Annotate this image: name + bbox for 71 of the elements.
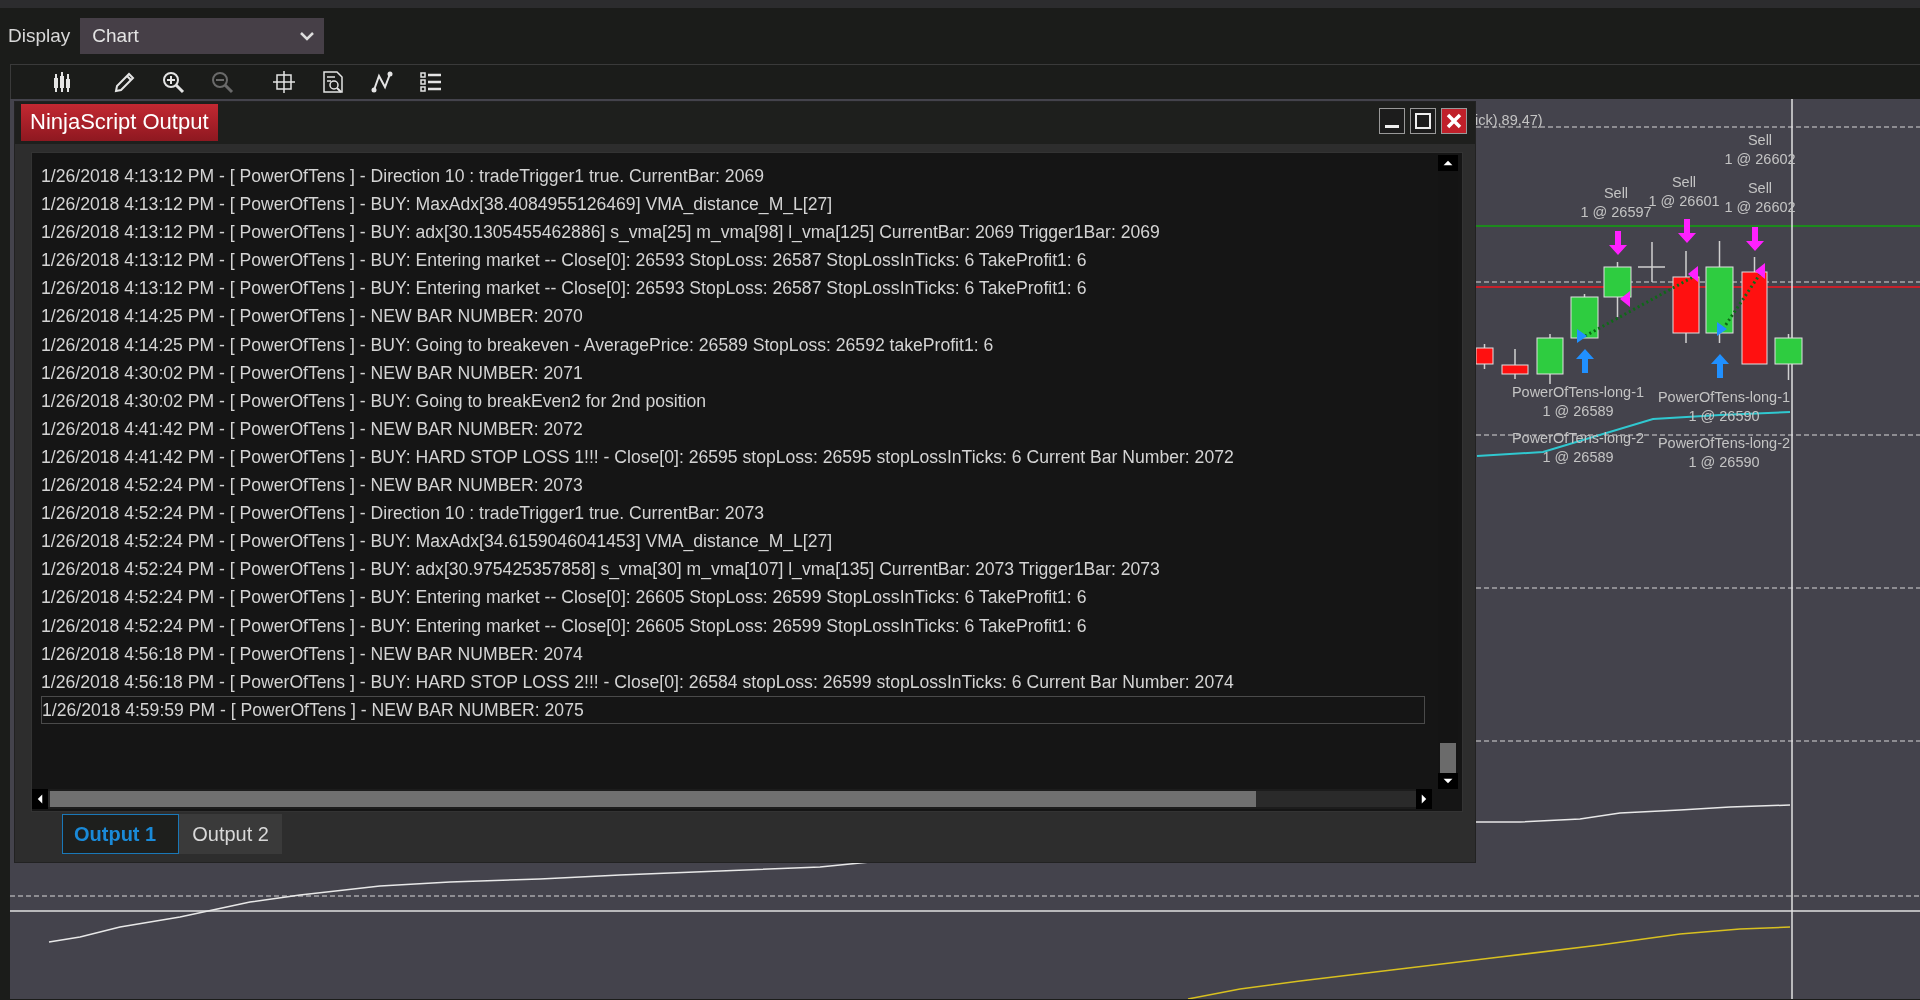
candlestick <box>1603 261 1632 318</box>
exit-marker-icon <box>1688 266 1698 282</box>
buy-arrow-icon <box>1711 354 1729 378</box>
output-tab[interactable]: Output 2 <box>179 814 282 854</box>
candlestick <box>1501 348 1529 380</box>
scrollbar-thumb[interactable] <box>50 791 1256 807</box>
candlestick <box>1774 333 1803 381</box>
vertical-scrollbar[interactable] <box>1438 155 1458 789</box>
output-line: 1/26/2018 4:14:25 PM - [ PowerOfTens ] - NEW BAR NUMBER: 2070 <box>41 305 583 329</box>
minimize-icon[interactable] <box>1379 108 1405 134</box>
output-line: 1/26/2018 4:30:02 PM - [ PowerOfTens ] - BUY: Going to breakEven2 for 2nd position <box>41 389 707 413</box>
entry-label: PowerOfTens-long-1 <box>1511 384 1645 400</box>
output-line: 1/26/2018 4:56:18 PM - [ PowerOfTens ] - BUY: HARD STOP LOSS 2!!! - Close[0]: 26584 stopLoss: 26599 stopLossInTicks: 6 Current Bar Number: 2074 <box>41 670 1234 694</box>
zoom-in-icon[interactable] <box>161 70 185 94</box>
scroll-right-icon[interactable] <box>1416 789 1432 809</box>
list-icon[interactable] <box>419 70 443 94</box>
output-line: 1/26/2018 4:52:24 PM - [ PowerOfTens ] - BUY: MaxAdx[34.6159046041453] VMA_distance_M_L[27] <box>41 530 833 554</box>
fill-label: 1 @ 26597 <box>1580 204 1652 220</box>
scrollbar-thumb[interactable] <box>1440 743 1456 773</box>
sell-label: Sell <box>1747 180 1773 196</box>
output-line: 1/26/2018 4:13:12 PM - [ PowerOfTens ] - BUY: adx[30.1305455462886] s_vma[25] m_vma[98] l_vma[125] CurrentBar: 2069 Trigger1Bar: 2069 <box>41 221 1160 245</box>
window-title: NinjaScript Output <box>21 104 218 141</box>
caret-icon <box>300 31 315 41</box>
crosshair-icon[interactable] <box>272 70 296 94</box>
fill-label: 1 @ 26589 <box>1542 403 1614 419</box>
data-box-icon[interactable] <box>321 70 345 94</box>
display-dropdown[interactable]: Chart <box>80 18 325 54</box>
buy-arrow-icon <box>1576 349 1594 373</box>
candlestick <box>1475 343 1494 370</box>
pencil-icon[interactable] <box>112 70 136 94</box>
scroll-up-icon[interactable] <box>1438 155 1458 171</box>
exit-marker-icon <box>1755 263 1765 279</box>
maximize-icon[interactable] <box>1410 108 1436 134</box>
entry-marker-icon <box>1717 322 1727 336</box>
output-line: 1/26/2018 4:30:02 PM - [ PowerOfTens ] - NEW BAR NUMBER: 2071 <box>41 361 583 385</box>
output-line: 1/26/2018 4:52:24 PM - [ PowerOfTens ] - NEW BAR NUMBER: 2073 <box>41 474 583 498</box>
candlestick <box>1570 293 1599 339</box>
sell-label: Sell <box>1747 132 1773 148</box>
scroll-left-icon[interactable] <box>32 789 48 809</box>
output-line: 1/26/2018 4:13:12 PM - [ PowerOfTens ] - Direction 10 : tradeTrigger1 true. CurrentBar: 2069 <box>41 165 764 188</box>
output-line: 1/26/2018 4:13:12 PM - [ PowerOfTens ] - BUY: Entering market -- Close[0]: 26593 StopLoss: 26587 StopLossInTicks: 6 TakeProfit1: 6 <box>41 277 1087 301</box>
output-line: 1/26/2018 4:56:18 PM - [ PowerOfTens ] - NEW BAR NUMBER: 2074 <box>41 642 583 666</box>
indicator-legend: ick),89,47) <box>1475 112 1543 128</box>
output-tab[interactable]: Output 1 <box>62 814 180 854</box>
line-drawing-icon[interactable] <box>370 70 394 94</box>
sell-label: Sell <box>1603 185 1629 201</box>
fill-label: 1 @ 26590 <box>1688 454 1760 470</box>
output-line: 1/26/2018 4:13:12 PM - [ PowerOfTens ] - BUY: Entering market -- Close[0]: 26593 StopLoss: 26587 StopLossInTicks: 6 TakeProfit1: 6 <box>41 249 1087 273</box>
entry-marker-icon <box>1577 329 1587 343</box>
fill-label: 1 @ 26589 <box>1542 449 1614 465</box>
output-line: 1/26/2018 4:52:24 PM - [ PowerOfTens ] - BUY: Entering market -- Close[0]: 26605 StopLoss: 26599 StopLossInTicks: 6 TakeProfit1: 6 <box>41 586 1087 610</box>
sell-arrow-icon <box>1746 227 1764 251</box>
output-line: 1/26/2018 4:41:42 PM - [ PowerOfTens ] - BUY: HARD STOP LOSS 1!!! - Close[0]: 26595 stopLoss: 26595 stopLossInTicks: 6 Current Bar Number: 2072 <box>41 445 1234 469</box>
output-line: 1/26/2018 4:52:24 PM - [ PowerOfTens ] - BUY: Entering market -- Close[0]: 26605 StopLoss: 26599 StopLossInTicks: 6 TakeProfit1: 6 <box>41 614 1087 638</box>
entry-label: PowerOfTens-long-2 <box>1657 435 1791 451</box>
sell-arrow-icon <box>1609 231 1627 255</box>
exit-marker-icon <box>1620 291 1630 307</box>
display-label: Display <box>8 25 71 47</box>
doji-candle <box>1637 241 1666 283</box>
output-line: 1/26/2018 4:52:24 PM - [ PowerOfTens ] - BUY: adx[30.975425357858] s_vma[30] m_vma[107] l_vma[135] CurrentBar: 2073 Trigger1Bar: 2073 <box>41 558 1160 582</box>
output-line: 1/26/2018 4:41:42 PM - [ PowerOfTens ] - NEW BAR NUMBER: 2072 <box>41 417 583 441</box>
sell-label: Sell <box>1671 174 1697 190</box>
horizontal-scrollbar[interactable] <box>32 789 1432 809</box>
sell-arrow-icon <box>1678 219 1696 243</box>
output-line: 1/26/2018 4:52:24 PM - [ PowerOfTens ] - Direction 10 : tradeTrigger1 true. CurrentBar: 2073 <box>41 502 764 526</box>
output-line: 1/26/2018 4:14:25 PM - [ PowerOfTens ] - BUY: Going to breakeven - AveragePrice: 26589 StopLoss: 26592 takeProfit1: 6 <box>41 333 994 357</box>
close-icon[interactable] <box>1441 108 1467 134</box>
scroll-down-icon[interactable] <box>1438 773 1458 789</box>
entry-label: PowerOfTens-long-1 <box>1657 389 1791 405</box>
output-line: 1/26/2018 4:13:12 PM - [ PowerOfTens ] - BUY: MaxAdx[38.4084955126469] VMA_distance_M_L[27] <box>41 193 833 217</box>
candlestick <box>1536 333 1564 385</box>
